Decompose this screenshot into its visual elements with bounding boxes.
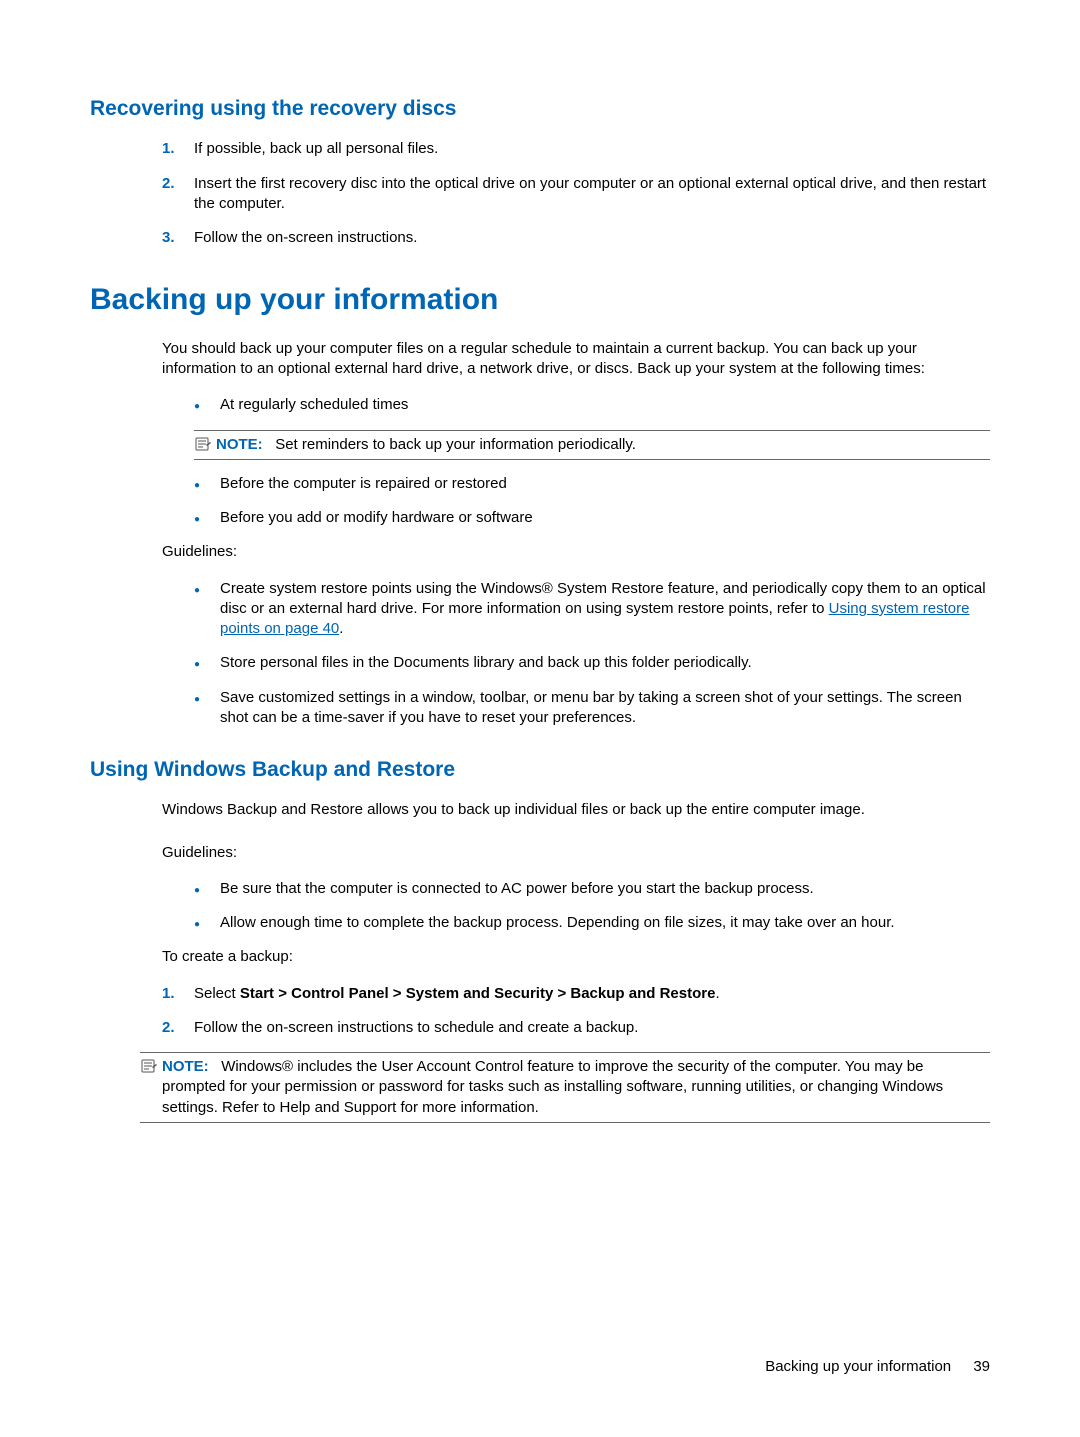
note-box: NOTE: Set reminders to back up your info… <box>194 430 990 460</box>
ol-number: 1. <box>162 139 194 159</box>
bullet-icon: ● <box>194 508 220 528</box>
bullet-text: Store personal files in the Documents li… <box>220 653 990 673</box>
note-content: NOTE: Set reminders to back up your info… <box>216 435 990 455</box>
ol-text: Follow the on-screen instructions. <box>194 228 990 248</box>
section1-body: 1. If possible, back up all personal fil… <box>162 139 990 248</box>
bullet-text-post: . <box>339 620 343 637</box>
ol-item: 2. Insert the first recovery disc into t… <box>162 174 990 215</box>
step-pre: Follow the on-screen instructions to sch… <box>194 1019 638 1036</box>
bullet-icon: ● <box>194 395 220 415</box>
guidelines-label: Guidelines: <box>162 843 990 863</box>
note-text: Set reminders to back up your informatio… <box>275 436 636 453</box>
guidelines-label: Guidelines: <box>162 542 990 562</box>
ol-item: 1. Select Start > Control Panel > System… <box>162 984 990 1004</box>
bullet-item: ● Be sure that the computer is connected… <box>194 879 990 899</box>
bullet-icon: ● <box>194 579 220 640</box>
section3-body: Windows Backup and Restore allows you to… <box>162 800 990 1038</box>
bullet-icon: ● <box>194 688 220 729</box>
bullet-item: ● Before the computer is repaired or res… <box>194 474 990 494</box>
step-pre: Select <box>194 985 240 1002</box>
bullet-item: ● At regularly scheduled times <box>194 395 990 415</box>
bullet-item: ● Before you add or modify hardware or s… <box>194 508 990 528</box>
create-backup-label: To create a backup: <box>162 947 990 967</box>
bullet-text: Before you add or modify hardware or sof… <box>220 508 990 528</box>
bullet-text: Before the computer is repaired or resto… <box>220 474 990 494</box>
ol-text: Follow the on-screen instructions to sch… <box>194 1018 990 1038</box>
bullet-text: Be sure that the computer is connected t… <box>220 879 990 899</box>
ol-item: 1. If possible, back up all personal fil… <box>162 139 990 159</box>
bullet-item: ● Save customized settings in a window, … <box>194 688 990 729</box>
bullet-icon: ● <box>194 879 220 899</box>
bullet-icon: ● <box>194 913 220 933</box>
paragraph: Windows Backup and Restore allows you to… <box>162 800 990 820</box>
ol-text: If possible, back up all personal files. <box>194 139 990 159</box>
ol-item: 2. Follow the on-screen instructions to … <box>162 1018 990 1038</box>
heading-windows-backup: Using Windows Backup and Restore <box>90 756 990 784</box>
note-text: Windows® includes the User Account Contr… <box>162 1058 943 1116</box>
ol-number: 3. <box>162 228 194 248</box>
bullet-icon: ● <box>194 653 220 673</box>
paragraph: You should back up your computer files o… <box>162 339 990 380</box>
note-label: NOTE: <box>162 1058 209 1075</box>
bullet-item: ● Allow enough time to complete the back… <box>194 913 990 933</box>
heading-backing-up: Backing up your information <box>90 280 990 321</box>
step-post: . <box>715 985 719 1002</box>
ol-text: Select Start > Control Panel > System an… <box>194 984 990 1004</box>
page-number: 39 <box>973 1357 990 1377</box>
ol-number: 1. <box>162 984 194 1004</box>
ol-number: 2. <box>162 174 194 215</box>
bullet-icon: ● <box>194 474 220 494</box>
ol-number: 2. <box>162 1018 194 1038</box>
note-label: NOTE: <box>216 436 263 453</box>
bullet-text: At regularly scheduled times <box>220 395 990 415</box>
note-icon <box>194 435 216 452</box>
section2-body: You should back up your computer files o… <box>162 339 990 728</box>
bullet-text: Create system restore points using the W… <box>220 579 990 640</box>
page-footer: Backing up your information 39 <box>765 1357 990 1377</box>
bullet-item: ● Store personal files in the Documents … <box>194 653 990 673</box>
heading-recovering: Recovering using the recovery discs <box>90 95 990 123</box>
note-content: NOTE: Windows® includes the User Account… <box>162 1057 990 1118</box>
step-bold: Start > Control Panel > System and Secur… <box>240 985 716 1002</box>
bullet-text: Save customized settings in a window, to… <box>220 688 990 729</box>
ol-text: Insert the first recovery disc into the … <box>194 174 990 215</box>
note-icon <box>140 1057 162 1074</box>
note-box: NOTE: Windows® includes the User Account… <box>140 1052 990 1123</box>
bullet-text: Allow enough time to complete the backup… <box>220 913 990 933</box>
bullet-item: ● Create system restore points using the… <box>194 579 990 640</box>
ol-item: 3. Follow the on-screen instructions. <box>162 228 990 248</box>
footer-text: Backing up your information <box>765 1358 951 1375</box>
